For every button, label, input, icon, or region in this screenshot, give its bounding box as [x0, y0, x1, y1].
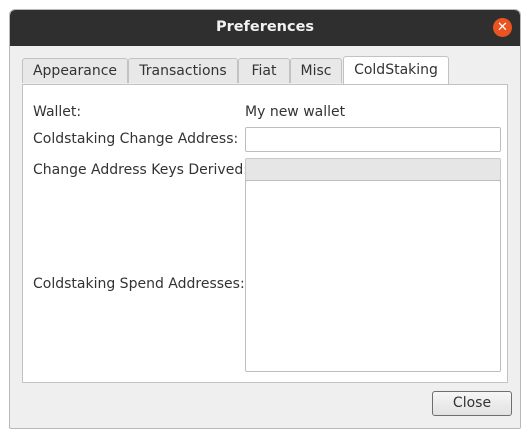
wallet-value: My new wallet — [245, 104, 346, 120]
tab-misc[interactable]: Misc — [290, 58, 342, 83]
tab-coldstaking[interactable]: ColdStaking — [343, 56, 449, 84]
wallet-label: Wallet: — [33, 104, 82, 120]
change-address-label: Coldstaking Change Address: — [33, 131, 239, 147]
tab-label: Fiat — [251, 63, 277, 79]
spend-addresses-label: Coldstaking Spend Addresses: — [33, 276, 245, 292]
tab-label: Misc — [300, 63, 332, 79]
change-address-field[interactable] — [245, 127, 501, 152]
close-button[interactable]: Close — [432, 391, 512, 416]
coldstaking-panel: Wallet: My new wallet Coldstaking Change… — [22, 84, 508, 383]
keys-derived-label: Change Address Keys Derived: — [33, 162, 248, 178]
preferences-dialog: Preferences ✕ Appearance Transactions Fi… — [9, 9, 521, 429]
tab-label: Transactions — [139, 63, 227, 79]
tab-label: Appearance — [32, 63, 118, 79]
title-bar[interactable]: Preferences ✕ — [10, 10, 520, 46]
tab-label: ColdStaking — [354, 62, 438, 78]
tab-fiat[interactable]: Fiat — [238, 58, 290, 83]
tab-transactions[interactable]: Transactions — [128, 58, 238, 83]
spend-addresses-field[interactable] — [245, 180, 501, 372]
tab-appearance[interactable]: Appearance — [22, 58, 128, 83]
window-title: Preferences — [215, 19, 315, 35]
close-icon[interactable]: ✕ — [493, 18, 512, 37]
